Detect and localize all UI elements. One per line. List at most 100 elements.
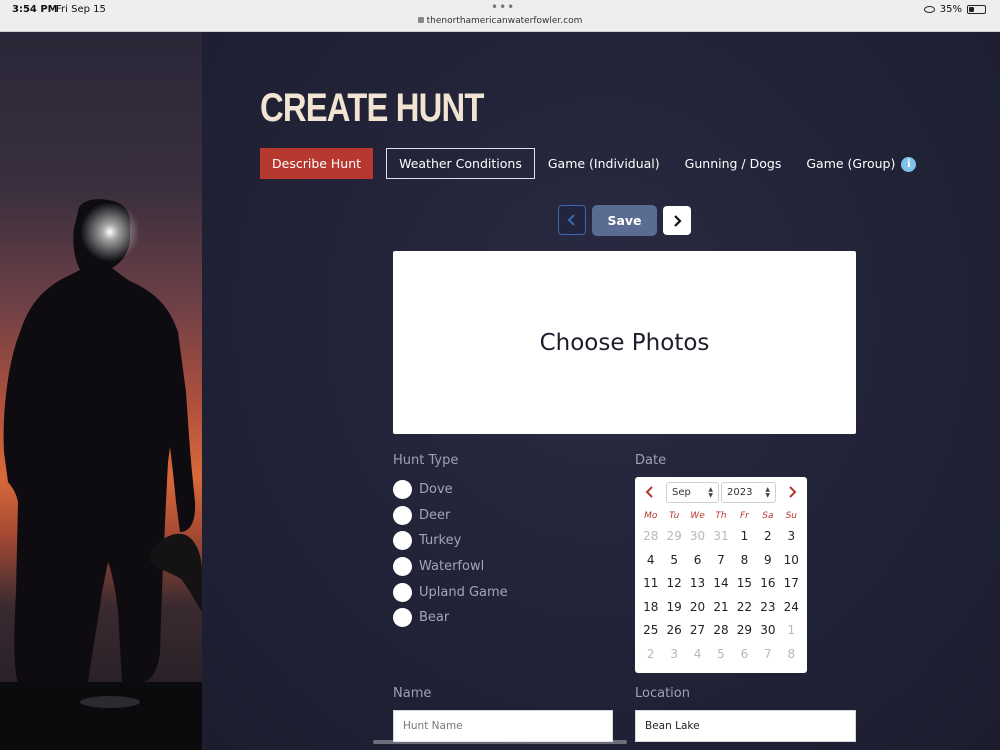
calendar-day[interactable]: 8 — [733, 549, 756, 573]
calendar-day[interactable]: 8 — [780, 643, 803, 667]
choose-photos-label: Choose Photos — [539, 329, 710, 356]
calendar-day[interactable]: 6 — [733, 643, 756, 667]
calendar-day[interactable]: 22 — [733, 596, 756, 620]
calendar-next-month-icon[interactable] — [786, 486, 798, 498]
calendar-day[interactable]: 5 — [709, 643, 732, 667]
calendar-day[interactable]: 7 — [709, 549, 732, 573]
calendar-day[interactable]: 29 — [662, 525, 685, 549]
calendar-day[interactable]: 16 — [756, 572, 779, 596]
calendar-day[interactable]: 23 — [756, 596, 779, 620]
hunt-type-option[interactable]: Turkey — [393, 528, 508, 554]
hunt-type-option-label: Deer — [419, 507, 451, 523]
headlamp-glow — [80, 202, 140, 262]
calendar-day[interactable]: 24 — [780, 596, 803, 620]
hunt-type-option[interactable]: Bear — [393, 605, 508, 631]
calendar-day[interactable]: 5 — [662, 549, 685, 573]
hunt-type-option-label: Waterfowl — [419, 559, 485, 575]
calendar-day[interactable]: 3 — [662, 643, 685, 667]
year-select[interactable]: 2023 ▲ ▼ — [721, 482, 776, 503]
calendar-day[interactable]: 19 — [662, 596, 685, 620]
calendar-day[interactable]: 31 — [709, 525, 732, 549]
calendar-day[interactable]: 2 — [639, 643, 662, 667]
status-bar: 3:54 PM Fri Sep 15 ••• thenorthamericanw… — [0, 0, 1000, 32]
url-text: thenorthamericanwaterfowler.com — [426, 16, 583, 26]
tab-describe-hunt[interactable]: Describe Hunt — [260, 148, 374, 179]
calendar-day[interactable]: 21 — [709, 596, 732, 620]
hunt-type-option[interactable]: Deer — [393, 503, 508, 529]
radio-button[interactable] — [393, 608, 412, 628]
hunt-type-radio-group: Dove Deer Turkey Waterfowl Upland Game Bear — [393, 477, 508, 631]
tab-game-group-label: Game (Group) — [806, 156, 896, 171]
hunt-type-option[interactable]: Dove — [393, 477, 508, 503]
location-label: Location — [635, 686, 690, 701]
calendar-day[interactable]: 28 — [709, 619, 732, 643]
battery-icon — [967, 5, 986, 14]
weekday-label: Tu — [668, 511, 680, 521]
calendar-day[interactable]: 2 — [756, 525, 779, 549]
calendar-day[interactable]: 20 — [686, 596, 709, 620]
tab-gunning-dogs[interactable]: Gunning / Dogs — [685, 148, 782, 179]
radio-button[interactable] — [393, 505, 412, 525]
month-select[interactable]: Sep ▲ ▼ — [666, 482, 719, 503]
calendar-day[interactable]: 30 — [756, 619, 779, 643]
chevron-left-icon — [567, 214, 575, 226]
previous-button[interactable] — [558, 205, 586, 235]
calendar-day[interactable]: 1 — [733, 525, 756, 549]
month-select-value: Sep — [672, 487, 691, 498]
calendar-day[interactable]: 9 — [756, 549, 779, 573]
radio-button[interactable] — [393, 531, 412, 551]
name-label: Name — [393, 686, 432, 701]
calendar-day[interactable]: 29 — [733, 619, 756, 643]
calendar-day[interactable]: 18 — [639, 596, 662, 620]
status-time: 3:54 PM — [12, 4, 58, 15]
calendar-day[interactable]: 28 — [639, 525, 662, 549]
date-label: Date — [635, 453, 667, 468]
calendar-day[interactable]: 13 — [686, 572, 709, 596]
calendar-day[interactable]: 4 — [639, 549, 662, 573]
hunt-type-option[interactable]: Upland Game — [393, 579, 508, 605]
tab-game-individual[interactable]: Game (Individual) — [548, 148, 660, 179]
weekday-label: Sa — [762, 511, 774, 521]
calendar-day[interactable]: 10 — [780, 549, 803, 573]
radio-button[interactable] — [393, 557, 412, 577]
calendar-day[interactable]: 3 — [780, 525, 803, 549]
calendar-day[interactable]: 17 — [780, 572, 803, 596]
info-icon[interactable]: i — [901, 157, 917, 172]
calendar-day[interactable]: 25 — [639, 619, 662, 643]
calendar-day[interactable]: 12 — [662, 572, 685, 596]
page-title: CREATE HUNT — [260, 86, 484, 130]
calendar-day[interactable]: 4 — [686, 643, 709, 667]
calendar-day[interactable]: 1 — [780, 619, 803, 643]
calendar-day[interactable]: 14 — [709, 572, 732, 596]
hunt-type-option-label: Upland Game — [419, 584, 508, 600]
calendar-day[interactable]: 26 — [662, 619, 685, 643]
hunt-type-option[interactable]: Waterfowl — [393, 554, 508, 580]
calendar-day[interactable]: 11 — [639, 572, 662, 596]
hunt-type-option-label: Dove — [419, 482, 453, 498]
radio-button[interactable] — [393, 480, 412, 500]
calendar-day[interactable]: 15 — [733, 572, 756, 596]
calendar-day[interactable]: 6 — [686, 549, 709, 573]
date-picker: Sep ▲ ▼ 2023 ▲ ▼ Mo Tu We Th Fr Sa Su 28 29 30 31 1 2 3 4… — [635, 477, 807, 673]
save-button[interactable]: Save — [592, 205, 657, 236]
battery-fill — [969, 7, 975, 12]
next-button[interactable] — [663, 206, 691, 235]
select-updown-icon: ▲ ▼ — [708, 486, 713, 499]
hunt-name-input[interactable] — [393, 710, 613, 742]
radio-button[interactable] — [393, 582, 412, 602]
location-input[interactable] — [635, 710, 856, 742]
calendar-day[interactable]: 7 — [756, 643, 779, 667]
choose-photos-dropzone[interactable]: Choose Photos — [393, 251, 856, 434]
more-dots-icon[interactable]: ••• — [491, 0, 515, 14]
calendar-day[interactable]: 30 — [686, 525, 709, 549]
home-indicator[interactable] — [373, 740, 627, 744]
address-bar[interactable]: thenorthamericanwaterfowler.com — [0, 16, 1000, 26]
tab-weather-conditions[interactable]: Weather Conditions — [386, 148, 535, 179]
battery-percent: 35% — [939, 4, 962, 15]
calendar-day[interactable]: 27 — [686, 619, 709, 643]
tab-game-group[interactable]: Game (Group) i — [806, 148, 917, 179]
lock-icon — [417, 17, 424, 23]
calendar-prev-month-icon[interactable] — [644, 486, 656, 498]
status-date: Fri Sep 15 — [56, 4, 106, 15]
status-right: 35% — [923, 4, 986, 15]
